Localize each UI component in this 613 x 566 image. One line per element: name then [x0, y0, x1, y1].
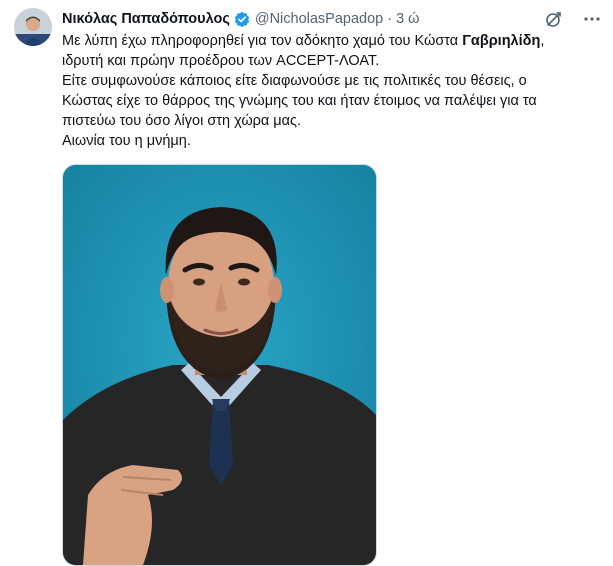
- header-actions: [545, 9, 601, 29]
- tweet-line: πιστεύω του όσο λίγοι στη χώρα μας.: [62, 113, 302, 129]
- tweet-photo[interactable]: [62, 164, 377, 566]
- tweet-line: Με λύπη έχω πληροφορηθεί για τον αδόκητο…: [62, 31, 602, 51]
- tweet-line-text: Με λύπη έχω πληροφορηθεί για τον αδόκητο…: [62, 33, 463, 49]
- tweet-text: Με λύπη έχω πληροφορηθεί για τον αδόκητο…: [62, 31, 602, 151]
- tweet-line: Κώστας είχε το θάρρος της γνώμης του και…: [62, 93, 537, 109]
- tweet-line: Είτε συμφωνούσε κάποιος είτε διαφωνούσε …: [62, 73, 527, 89]
- tweet-timestamp[interactable]: 3 ώ: [396, 11, 419, 27]
- tweet-line-text: ,: [540, 33, 545, 49]
- author-handle[interactable]: @NicholasPapadop: [255, 11, 383, 27]
- author-name[interactable]: Νικόλας Παπαδόπουλος: [62, 11, 230, 27]
- tweet-line: Αιωνία του η μνήμη.: [62, 133, 191, 149]
- grok-icon[interactable]: [545, 10, 563, 28]
- more-options-icon[interactable]: [583, 10, 601, 28]
- separator-dot: ·: [387, 11, 393, 27]
- tweet-line: ιδρυτή και πρώην προέδρου των ACCEPT-ΛΟΑ…: [62, 53, 380, 69]
- tweet-bold-name: Γαβριηλίδη: [462, 33, 541, 49]
- tweet-header: Νικόλας Παπαδόπουλος @NicholasPapadop · …: [62, 9, 601, 29]
- author-avatar[interactable]: [14, 8, 52, 46]
- verified-badge-icon: [234, 11, 250, 27]
